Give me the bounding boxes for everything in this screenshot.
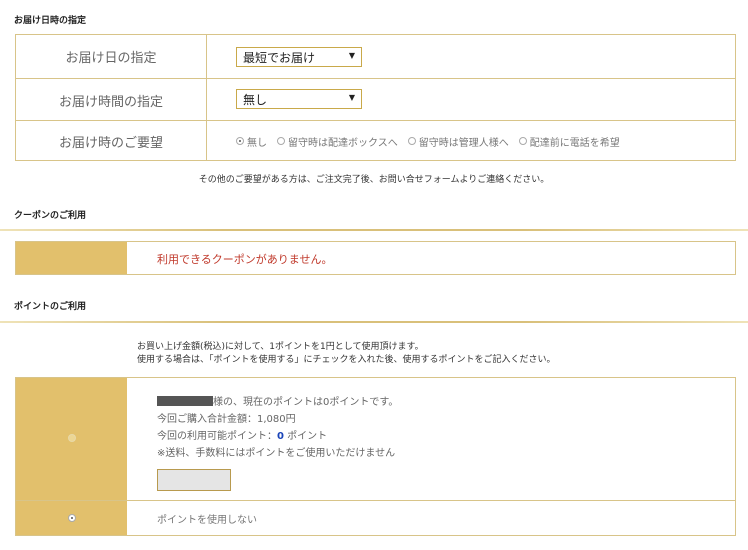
- coupon-section-title: クーポンのご利用: [14, 211, 87, 221]
- delivery-date-row: お届け日の指定 最短でお届け ▼: [16, 35, 735, 78]
- coupon-gold-cell: [16, 242, 127, 274]
- delivery-date-value: 最短でお届け: [243, 50, 316, 65]
- current-points-line: 様の、現在のポイントは0ポイントです。: [157, 394, 398, 411]
- use-points-input[interactable]: [157, 469, 231, 491]
- dropdown-arrow-icon: ▼: [348, 93, 355, 102]
- radio-button[interactable]: [277, 137, 285, 145]
- delivery-note: その他のご要望がある方は、ご注文完了後、お問い合せフォームよりご連絡ください。: [198, 175, 550, 185]
- available-points-value: 0: [277, 431, 284, 442]
- delivery-date-select[interactable]: 最短でお届け ▼: [236, 47, 362, 67]
- delivery-request-row: お届け時のご要望 無し 留守時は配達ボックスへ 留守時は管理人様へ 配達前に電話…: [16, 120, 735, 161]
- delivery-table: お届け日の指定 最短でお届け ▼ お届け時間の指定 無し ▼ お届け時のご要望 …: [15, 34, 736, 161]
- radio-button-selected[interactable]: [236, 137, 244, 145]
- redacted-customer-name: [157, 396, 213, 406]
- radio-button[interactable]: [407, 137, 416, 145]
- use-points-radio[interactable]: [68, 434, 76, 442]
- coupon-message: 利用できるクーポンがありません。: [157, 253, 333, 266]
- delivery-section-title: お届け日時の指定: [14, 16, 87, 26]
- delivery-time-select[interactable]: 無し ▼: [236, 89, 362, 109]
- points-section-title: ポイントのご利用: [14, 302, 87, 312]
- request-option-none[interactable]: 無し: [236, 134, 267, 149]
- points-no-use-gold-cell: [16, 501, 127, 535]
- delivery-request-label: お届け時のご要望: [16, 121, 207, 161]
- points-use-gold-cell: [16, 378, 127, 500]
- delivery-request-options: 無し 留守時は配達ボックスへ 留守時は管理人様へ 配達前に電話を希望: [236, 121, 630, 161]
- coupon-box: 利用できるクーポンがありません。: [15, 241, 736, 275]
- section-divider: [0, 229, 748, 231]
- points-info: 様の、現在のポイントは0ポイントです。 今回ご購入合計金額：1,080円 今回の…: [157, 394, 398, 462]
- fee-note: ※送料、手数料にはポイントをご使用いただけません: [157, 448, 396, 459]
- delivery-time-label: お届け時間の指定: [16, 79, 207, 121]
- request-option-delivery-box[interactable]: 留守時は配達ボックスへ: [277, 134, 398, 149]
- points-desc-line1: お買い上げ金額(税込)に対して、1ポイントを1円として使用頂けます。: [137, 342, 424, 352]
- section-divider: [0, 321, 748, 323]
- request-option-manager[interactable]: 留守時は管理人様へ: [407, 134, 509, 149]
- radio-button[interactable]: [518, 137, 527, 145]
- no-use-points-radio[interactable]: [68, 514, 76, 522]
- delivery-time-value: 無し: [243, 92, 268, 107]
- delivery-time-row: お届け時間の指定 無し ▼: [16, 78, 735, 121]
- no-use-points-label[interactable]: ポイントを使用しない: [157, 511, 257, 526]
- purchase-total: 今回ご購入合計金額：1,080円: [157, 414, 296, 425]
- request-option-phone[interactable]: 配達前に電話を希望: [518, 134, 620, 149]
- points-desc-line2: 使用する場合は、「ポイントを使用する」にチェックを入れた後、使用するポイントをご…: [137, 355, 556, 365]
- available-points-line: 今回の利用可能ポイント：0 ポイント: [157, 431, 328, 442]
- dropdown-arrow-icon: ▼: [348, 51, 355, 60]
- points-box: 様の、現在のポイントは0ポイントです。 今回ご購入合計金額：1,080円 今回の…: [15, 377, 736, 536]
- delivery-date-label: お届け日の指定: [16, 35, 207, 78]
